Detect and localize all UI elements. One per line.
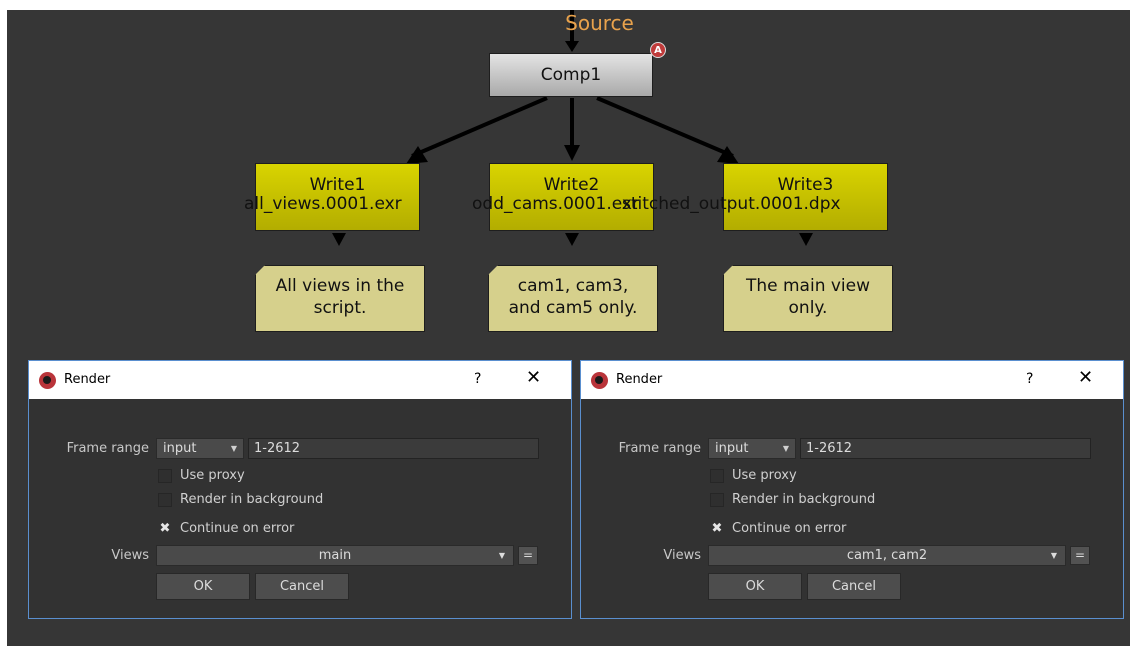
chevron-down-icon: ▼ <box>782 444 789 453</box>
use-proxy-checkbox[interactable] <box>158 469 172 483</box>
note-line-2: script. <box>313 298 367 318</box>
render-dialog-1: Render ? ✕ Frame range input ▼ 1-2612 Us… <box>28 360 572 619</box>
note-line-1: cam1, cam3, <box>517 276 629 296</box>
chevron-down-icon: ▼ <box>1050 551 1057 560</box>
note-odd-cams[interactable]: cam1, cam3, and cam5 only. <box>488 265 658 332</box>
views-dropdown[interactable]: cam1, cam2 ▼ <box>708 545 1066 566</box>
use-proxy-label: Use proxy <box>732 468 797 483</box>
ok-button[interactable]: OK <box>156 573 250 600</box>
ok-button[interactable]: OK <box>708 573 802 600</box>
frame-range-mode-dropdown[interactable]: input ▼ <box>156 438 244 459</box>
source-label: Source <box>565 11 634 35</box>
note-line-1: All views in the <box>275 276 405 296</box>
frame-range-input[interactable]: 1-2612 <box>248 438 539 459</box>
views-label: Views <box>663 548 701 563</box>
views-label: Views <box>111 548 149 563</box>
render-background-checkbox[interactable] <box>710 493 724 507</box>
close-icon[interactable]: ✕ <box>1078 368 1093 388</box>
write1-output-arrowhead <box>332 233 346 246</box>
help-button[interactable]: ? <box>1026 370 1033 388</box>
note-all-views[interactable]: All views in the script. <box>255 265 425 332</box>
dialog-titlebar[interactable]: Render ? ✕ <box>29 361 571 399</box>
source-input-arrowhead <box>565 41 579 52</box>
render-background-label: Render in background <box>732 492 876 507</box>
chevron-down-icon: ▼ <box>498 551 505 560</box>
nuke-app-icon <box>39 372 56 389</box>
continue-on-error-checkbox[interactable]: ✖ <box>710 522 724 536</box>
comp-to-write1-line <box>411 96 548 158</box>
render-background-label: Render in background <box>180 492 324 507</box>
frame-range-mode-value: input <box>715 441 749 456</box>
dialog-title: Render <box>64 372 111 387</box>
write3-filename: stitched_output.0001.dpx <box>622 194 841 214</box>
comp1-node-label: Comp1 <box>540 65 602 85</box>
note-line-1: The main view <box>745 276 871 296</box>
dialog-titlebar[interactable]: Render ? ✕ <box>581 361 1123 399</box>
views-value: cam1, cam2 <box>846 548 928 563</box>
write1-filename: all_views.0001.exr <box>244 194 402 214</box>
views-equal-button[interactable]: = <box>518 546 538 565</box>
views-dropdown[interactable]: main ▼ <box>156 545 514 566</box>
frame-range-mode-dropdown[interactable]: input ▼ <box>708 438 796 459</box>
frame-range-label: Frame range <box>618 441 701 456</box>
write3-output-arrowhead <box>799 233 813 246</box>
use-proxy-checkbox[interactable] <box>710 469 724 483</box>
views-equal-button[interactable]: = <box>1070 546 1090 565</box>
write2-output-arrowhead <box>565 233 579 246</box>
node-graph-canvas[interactable]: Source Comp1 A Write1 Write2 Write3 all_… <box>7 10 1130 646</box>
continue-on-error-label: Continue on error <box>732 521 847 536</box>
nuke-app-icon <box>591 372 608 389</box>
frame-range-input[interactable]: 1-2612 <box>800 438 1091 459</box>
comp-to-write3-line <box>596 96 734 158</box>
comp-to-write2-arrowhead <box>564 145 580 161</box>
comp1-badge: A <box>650 42 666 58</box>
use-proxy-label: Use proxy <box>180 468 245 483</box>
note-main-view[interactable]: The main view only. <box>723 265 893 332</box>
frame-range-label: Frame range <box>66 441 149 456</box>
note-line-2: only. <box>788 298 828 318</box>
note-line-2: and cam5 only. <box>508 298 638 318</box>
views-value: main <box>318 548 352 563</box>
dialog-title: Render <box>616 372 663 387</box>
continue-on-error-label: Continue on error <box>180 521 295 536</box>
continue-on-error-checkbox[interactable]: ✖ <box>158 522 172 536</box>
frame-range-mode-value: input <box>163 441 197 456</box>
help-button[interactable]: ? <box>474 370 481 388</box>
render-background-checkbox[interactable] <box>158 493 172 507</box>
cancel-button[interactable]: Cancel <box>255 573 349 600</box>
comp1-node[interactable]: Comp1 <box>489 53 653 97</box>
close-icon[interactable]: ✕ <box>526 368 541 388</box>
cancel-button[interactable]: Cancel <box>807 573 901 600</box>
render-dialog-2: Render ? ✕ Frame range input ▼ 1-2612 Us… <box>580 360 1124 619</box>
write2-filename: odd_cams.0001.exr <box>472 194 639 214</box>
chevron-down-icon: ▼ <box>230 444 237 453</box>
